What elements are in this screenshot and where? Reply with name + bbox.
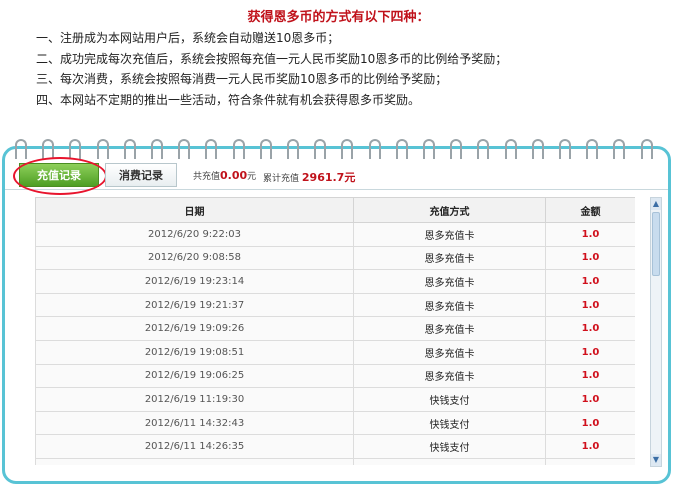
cell-date: 2012/6/19 11:19:30 — [35, 387, 354, 412]
binder-ring-icon — [69, 139, 82, 159]
table-scrollbar[interactable]: ▲ ▼ — [650, 197, 662, 467]
header-amount: 金额 — [545, 197, 635, 223]
binder-ring-icon — [640, 139, 653, 159]
cell-method: 快钱支付 — [353, 387, 546, 412]
cell-amount: 1.0 — [545, 339, 635, 365]
binder-ring-icon — [205, 139, 218, 159]
cell-method: 恩多充值卡 — [353, 457, 546, 465]
table-row: 2012/6/11 14:32:43 快钱支付 1.0 — [35, 410, 635, 436]
table-row: 2012/6/11 14:26:35 快钱支付 1.0 — [35, 434, 635, 459]
rule-item: 二、成功完成每次充值后，系统会按照每充值一元人民币奖励10恩多币的比例给予奖励； — [36, 51, 508, 66]
cell-amount: 1.0 — [545, 269, 635, 294]
cell-method: 恩多充值卡 — [353, 222, 546, 247]
cell-amount: 1.0 — [545, 410, 635, 436]
cell-method: 快钱支付 — [353, 410, 546, 436]
cell-date: 2012/6/19 19:06:25 — [35, 363, 354, 389]
cell-amount: 1.0 — [545, 292, 635, 318]
cell-method: 恩多充值卡 — [353, 339, 546, 365]
binder-ring-icon — [586, 139, 599, 159]
binder-ring-icon — [504, 139, 517, 159]
table-body: 2012/6/20 9:22:03 恩多充值卡 1.0 2012/6/20 9:08:… — [35, 222, 635, 465]
table-row: 2012/6/11 14:20:21恩多充值卡1.0 — [35, 457, 635, 465]
tab-consume-records[interactable]: 消费记录 — [105, 163, 177, 187]
scroll-up-icon[interactable]: ▲ — [651, 198, 661, 210]
table-row: 2012/6/19 19:23:14 恩多充值卡 1.0 — [35, 269, 635, 294]
binder-ring-icon — [613, 139, 626, 159]
binder-ring-icon — [151, 139, 163, 159]
cell-method: 恩多充值卡 — [353, 245, 546, 271]
rules-list: 一、注册成为本网站用户后，系统会自动赠送10恩多币； 二、成功完成每次充值后，系… — [36, 28, 507, 110]
cell-amount: 1.0 — [545, 387, 635, 412]
cell-date: 2012/6/19 19:08:51 — [35, 339, 354, 365]
records-table: 日期 充值方式 金额 2012/6/20 9:22:03 恩多充值卡 1.0 2012… — [35, 197, 635, 465]
rule-item: 三、每次消费，系统会按照每消费一元人民币奖励10恩多币的比例给予奖励； — [36, 72, 448, 86]
cell-date: 2012/6/19 19:09:26 — [35, 316, 354, 341]
binder-ring-icon — [96, 139, 109, 159]
table-row: 2012/6/19 19:09:26 恩多充值卡 1.0 — [35, 316, 635, 341]
binder-ring-icon — [287, 139, 299, 159]
binder-ring-icon — [368, 139, 381, 159]
table-row: 2012/6/20 9:22:03 恩多充值卡 1.0 — [35, 222, 635, 247]
binder-ring-icon — [559, 139, 571, 159]
total-recharge-unit: 元 — [247, 172, 257, 182]
table-row: 2012/6/19 19:21:37 恩多充值卡 1.0 — [35, 292, 635, 318]
cell-amount: 1.0 — [545, 245, 635, 271]
table-row: 2012/6/19 19:06:25 恩多充值卡 1.0 — [35, 363, 635, 389]
cell-date: 2012/6/11 14:20:21 — [35, 457, 354, 465]
scroll-down-icon[interactable]: ▼ — [651, 454, 661, 466]
binder-ring-icon — [123, 139, 136, 159]
cell-amount: 1.0 — [545, 363, 635, 389]
binder-ring-icon — [341, 139, 354, 159]
scrollbar-thumb[interactable] — [652, 212, 660, 276]
rule-item: 一、注册成为本网站用户后，系统会自动赠送10恩多币； — [36, 31, 340, 45]
cell-date: 2012/6/11 14:26:35 — [35, 434, 354, 459]
binder-ring-icon — [423, 139, 435, 159]
total-recharge-label: 共充值 — [193, 172, 221, 182]
cumulative-recharge-summary: 累计充值 2961.7元 — [263, 169, 355, 185]
cell-date: 2012/6/19 19:21:37 — [35, 292, 354, 318]
cell-method: 恩多充值卡 — [353, 292, 546, 318]
binder-ring-icon — [450, 139, 463, 159]
binder-ring-icon — [314, 139, 327, 159]
cell-date: 2012/6/20 9:08:58 — [35, 245, 354, 271]
binder-ring-icon — [178, 139, 191, 159]
cumulative-label: 累计充值 — [263, 174, 300, 184]
table-row: 2012/6/19 19:08:51 恩多充值卡 1.0 — [35, 339, 635, 365]
cell-method: 快钱支付 — [353, 434, 546, 459]
table-header-row: 日期 充值方式 金额 — [35, 197, 635, 223]
rule-item: 四、本网站不定期的推出一些活动，符合条件就有机会获得恩多币奖励。 — [36, 92, 421, 107]
records-panel: 充值记录 消费记录 共充值0.00元 累计充值 2961.7元 日期 充值方式 … — [2, 139, 671, 484]
binder-rings — [15, 139, 663, 161]
binder-ring-icon — [15, 139, 27, 159]
binder-ring-icon — [531, 139, 544, 159]
cell-amount: 1.0 — [545, 457, 635, 465]
cell-date: 2012/6/19 19:23:14 — [35, 269, 354, 294]
cumulative-value: 2961.7元 — [301, 171, 356, 184]
cell-date: 2012/6/11 14:32:43 — [35, 410, 354, 436]
cell-method: 恩多充值卡 — [353, 316, 546, 341]
binder-ring-icon — [42, 139, 55, 159]
binder-ring-icon — [395, 139, 408, 159]
total-recharge-summary: 共充值0.00元 — [193, 169, 256, 182]
page-title: 获得恩多币的方式有以下四种： — [247, 10, 430, 25]
table-row: 2012/6/20 9:08:58 恩多充值卡 1.0 — [35, 245, 635, 271]
highlight-circle-annotation — [13, 157, 107, 195]
tab-bar: 充值记录 消费记录 共充值0.00元 累计充值 2961.7元 — [5, 157, 668, 195]
cell-amount: 1.0 — [545, 434, 635, 459]
binder-ring-icon — [477, 139, 490, 159]
header-date: 日期 — [35, 197, 354, 223]
total-recharge-value: 0.00 — [220, 169, 248, 182]
cell-amount: 1.0 — [545, 222, 635, 247]
binder-ring-icon — [232, 139, 245, 159]
cell-method: 恩多充值卡 — [353, 363, 546, 389]
cell-date: 2012/6/20 9:22:03 — [35, 222, 354, 247]
cell-method: 恩多充值卡 — [353, 269, 546, 294]
records-table-container: 日期 充值方式 金额 2012/6/20 9:22:03 恩多充值卡 1.0 2012… — [35, 197, 635, 465]
table-row: 2012/6/19 11:19:30 快钱支付 1.0 — [35, 387, 635, 412]
header-method: 充值方式 — [353, 197, 546, 223]
binder-ring-icon — [259, 139, 272, 159]
cell-amount: 1.0 — [545, 316, 635, 341]
